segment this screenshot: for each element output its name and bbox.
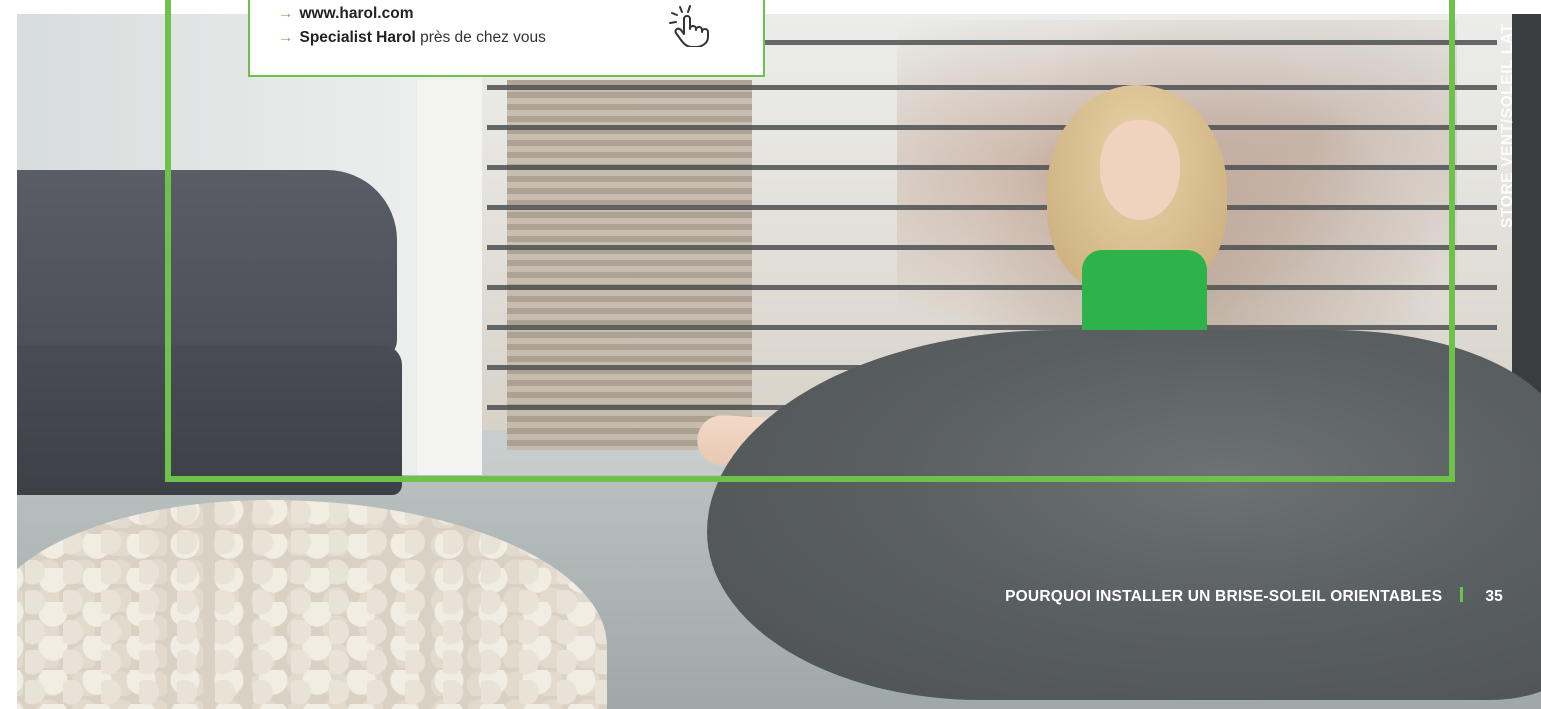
hand-pointer-icon (669, 5, 709, 47)
footer-divider (1460, 587, 1464, 602)
website-line[interactable]: → www.harol.com (278, 5, 413, 23)
specialist-line: → Specialist Harol près de chez vous (278, 29, 546, 47)
specialist-rest-text: près de chez vous (415, 29, 546, 46)
info-box: → www.harol.com → Specialist Harol près de… (248, 0, 765, 77)
page-number: 35 (1485, 588, 1503, 605)
footer-title: POURQUOI INSTALLER UN BRISE-SOLEIL ORIEN… (1005, 588, 1443, 605)
website-link[interactable]: www.harol.com (300, 5, 414, 22)
specialist-bold-text: Specialist Harol (299, 29, 416, 46)
side-section-tab: STORE VENT/SOLEIL LAT (1480, 0, 1520, 300)
arrow-right-icon: → (278, 5, 294, 22)
arrow-right-icon: → (278, 29, 294, 46)
side-section-label: STORE VENT/SOLEIL LAT (1499, 23, 1516, 228)
page-footer: POURQUOI INSTALLER UN BRISE-SOLEIL ORIEN… (1005, 587, 1503, 606)
